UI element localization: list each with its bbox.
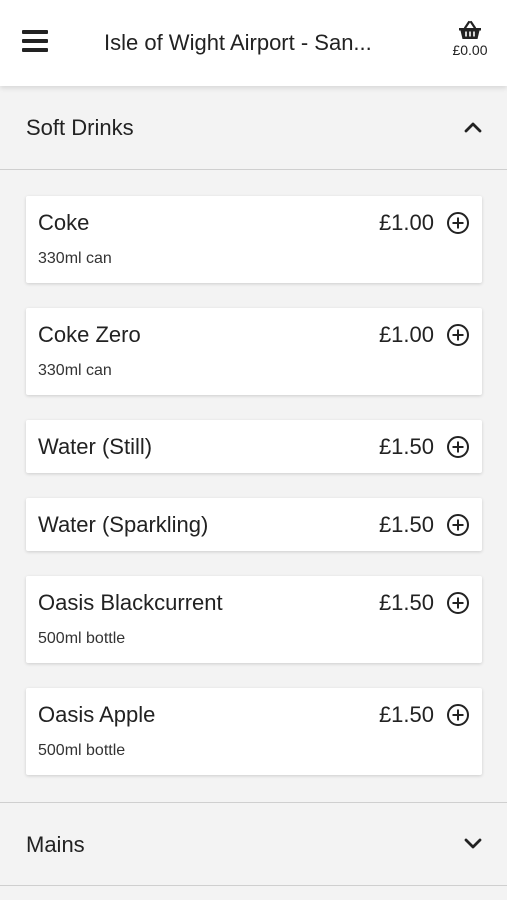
menu-item-coke: Coke 330ml can £1.00 [26, 196, 482, 283]
menu-item-water-sparkling: Water (Sparkling) £1.50 [26, 498, 482, 551]
menu-item-oasis-apple: Oasis Apple 500ml bottle £1.50 [26, 688, 482, 775]
item-price: £1.50 [378, 702, 434, 727]
item-name: Oasis Apple [38, 702, 156, 727]
item-name: Coke Zero [38, 322, 141, 347]
section-header-mains[interactable]: Mains [0, 802, 507, 886]
page-title: Isle of Wight Airport - San... [104, 30, 372, 55]
menu-item-coke-zero: Coke Zero 330ml can £1.00 [26, 308, 482, 395]
basket-button[interactable]: £0.00 [442, 20, 498, 58]
section-label: Mains [26, 832, 85, 857]
add-circle-icon[interactable] [446, 591, 470, 615]
item-description: 500ml bottle [38, 630, 126, 647]
section-label: Soft Drinks [26, 115, 134, 140]
hamburger-menu-icon[interactable] [22, 30, 48, 56]
item-description: 330ml can [38, 362, 112, 379]
basket-total: £0.00 [452, 42, 488, 58]
item-description: 330ml can [38, 250, 112, 267]
add-circle-icon[interactable] [446, 211, 470, 235]
item-name: Oasis Blackcurrent [38, 590, 223, 615]
item-name: Water (Still) [38, 434, 153, 459]
item-price: £1.00 [378, 322, 434, 347]
chevron-down-icon [464, 838, 482, 849]
section-header-soft-drinks[interactable]: Soft Drinks [0, 86, 507, 170]
add-circle-icon[interactable] [446, 513, 470, 537]
shopping-basket-icon [459, 20, 481, 39]
menu-item-oasis-blackcurrent: Oasis Blackcurrent 500ml bottle £1.50 [26, 576, 482, 663]
chevron-up-icon [464, 122, 482, 133]
add-circle-icon[interactable] [446, 703, 470, 727]
item-name: Coke [38, 210, 90, 235]
app-header: Isle of Wight Airport - San... £0.00 [0, 0, 507, 86]
item-price: £1.50 [378, 434, 434, 459]
add-circle-icon[interactable] [446, 323, 470, 347]
add-circle-icon[interactable] [446, 435, 470, 459]
item-price: £1.50 [378, 512, 434, 537]
item-price: £1.50 [378, 590, 434, 615]
menu-item-water-still: Water (Still) £1.50 [26, 420, 482, 473]
item-name: Water (Sparkling) [38, 512, 209, 537]
item-description: 500ml bottle [38, 742, 126, 759]
item-price: £1.00 [378, 210, 434, 235]
